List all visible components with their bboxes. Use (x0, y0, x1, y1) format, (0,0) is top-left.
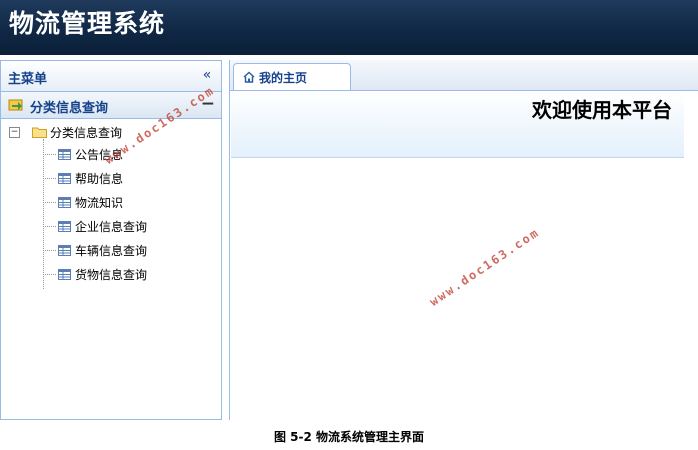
tree-item-label: 企业信息查询 (75, 219, 148, 234)
app-title: 物流管理系统 (9, 9, 166, 38)
home-icon (243, 71, 255, 83)
tree-item-label: 物流知识 (75, 195, 124, 210)
table-icon (58, 244, 71, 256)
app-header: 物流管理系统 (0, 0, 698, 55)
folder-icon (32, 127, 47, 138)
tab-strip: 我的主页 (230, 60, 698, 91)
table-icon (58, 268, 71, 280)
sidebar-header: 主菜单 « (1, 61, 221, 92)
sidebar-title: 主菜单 (8, 72, 48, 87)
tree-item-help[interactable]: 帮助信息 (43, 168, 123, 188)
table-icon (58, 196, 71, 208)
tree-item-label: 货物信息查询 (75, 267, 148, 282)
tree-item-company[interactable]: 企业信息查询 (43, 216, 147, 236)
table-icon (58, 220, 71, 232)
tree-item-label: 帮助信息 (75, 171, 124, 186)
double-chevron-left-icon[interactable]: « (199, 67, 215, 83)
welcome-text: 欢迎使用本平台 (532, 98, 672, 122)
main-panel: 我的主页 欢迎使用本平台 (229, 60, 698, 420)
tree-item-vehicle[interactable]: 车辆信息查询 (43, 240, 147, 260)
tree-root[interactable]: − 分类信息查询 (9, 122, 122, 142)
tree-item-goods[interactable]: 货物信息查询 (43, 264, 147, 284)
table-icon (58, 148, 71, 160)
welcome-banner: 欢迎使用本平台 (231, 91, 684, 158)
table-icon (58, 172, 71, 184)
tab-label: 我的主页 (259, 70, 308, 85)
tree-expander-icon[interactable]: − (9, 126, 20, 138)
tab-home[interactable]: 我的主页 (233, 63, 351, 90)
section-title: 分类信息查询 (30, 101, 109, 116)
folder-arrow-icon (8, 99, 23, 111)
tree-item-label: 车辆信息查询 (75, 243, 148, 258)
tree-root-label: 分类信息查询 (50, 125, 123, 140)
figure-caption: 图 5-2 物流系统管理主界面 (273, 430, 425, 444)
tree-item-knowledge[interactable]: 物流知识 (43, 192, 123, 212)
sidebar: 主菜单 « 分类信息查询 − − 分类信息查询 公告信息 帮助信息 物流知识 企… (0, 60, 222, 420)
